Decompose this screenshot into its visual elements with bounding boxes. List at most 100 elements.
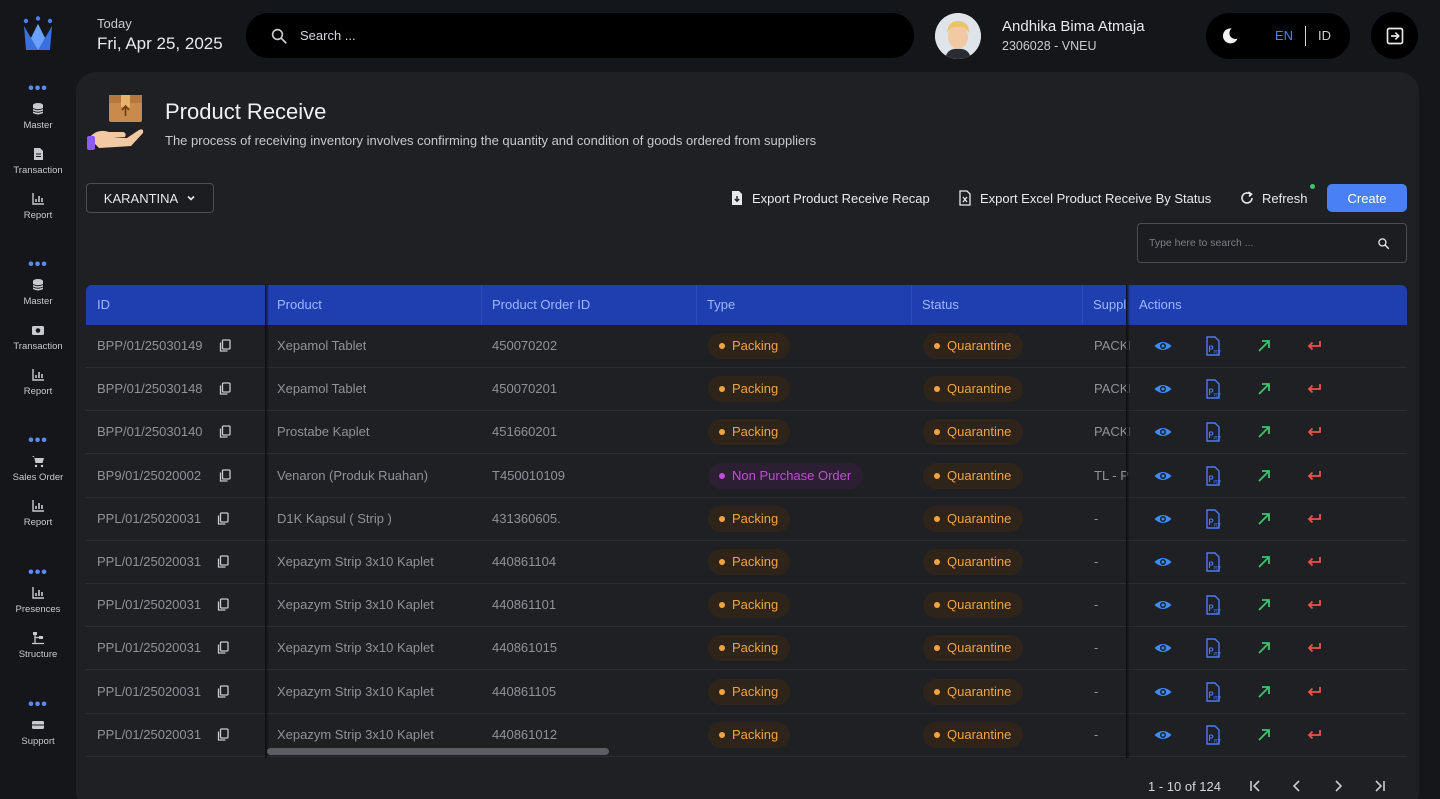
send-arrow-icon[interactable] <box>1254 638 1274 658</box>
send-arrow-icon[interactable] <box>1254 595 1274 615</box>
view-eye-icon[interactable] <box>1153 552 1173 572</box>
copy-icon[interactable] <box>219 382 231 395</box>
column-header-product[interactable]: Product <box>277 285 322 325</box>
table-search[interactable] <box>1137 223 1407 263</box>
column-header-id[interactable]: ID <box>97 285 110 325</box>
return-arrow-icon[interactable] <box>1304 422 1324 442</box>
send-arrow-icon[interactable] <box>1254 509 1274 529</box>
export-recap-button[interactable]: Export Product Receive Recap <box>729 184 930 212</box>
column-header-suppl[interactable]: Suppl <box>1093 285 1126 325</box>
return-arrow-icon[interactable] <box>1304 379 1324 399</box>
copy-icon[interactable] <box>217 684 229 698</box>
sidebar-item-report[interactable]: Report <box>0 495 76 540</box>
table-row[interactable]: BPP/01/25030140 Prostabe Kaplet 451660201 P… <box>86 411 1407 455</box>
first-page-button[interactable] <box>1235 776 1276 796</box>
view-eye-icon[interactable] <box>1153 466 1173 486</box>
sidebar-item-sales-order[interactable]: Sales Order <box>0 450 76 495</box>
table-row[interactable]: BP9/01/25020002 Venaron (Produk Ruahan) T4… <box>86 454 1407 498</box>
send-arrow-icon[interactable] <box>1254 422 1274 442</box>
column-header-product-order-id[interactable]: Product Order ID <box>492 285 590 325</box>
return-arrow-icon[interactable] <box>1304 638 1324 658</box>
horizontal-scrollbar[interactable] <box>267 748 609 755</box>
view-eye-icon[interactable] <box>1153 509 1173 529</box>
copy-icon[interactable] <box>219 425 231 439</box>
pdf-icon[interactable]: PDF <box>1203 681 1223 702</box>
global-search-input[interactable] <box>300 28 860 43</box>
copy-icon[interactable] <box>217 728 229 741</box>
send-arrow-icon[interactable] <box>1254 725 1274 745</box>
next-page-button[interactable] <box>1317 776 1358 796</box>
crown-logo-icon[interactable] <box>22 16 54 52</box>
pdf-icon[interactable]: PDF <box>1203 595 1223 615</box>
return-arrow-icon[interactable] <box>1304 725 1324 745</box>
last-page-button[interactable] <box>1358 776 1399 796</box>
view-eye-icon[interactable] <box>1153 595 1173 615</box>
column-header-type[interactable]: Type <box>707 285 735 325</box>
table-row[interactable]: BPP/01/25030148 Xepamol Tablet 450070201 Pa… <box>86 368 1407 412</box>
more-dots-icon[interactable]: ••• <box>0 697 76 714</box>
table-row[interactable]: PPL/01/25020031 Xepazym Strip 3x10 Kaplet… <box>86 627 1407 671</box>
copy-icon[interactable] <box>217 512 229 525</box>
return-arrow-icon[interactable] <box>1304 466 1324 486</box>
send-arrow-icon[interactable] <box>1254 552 1274 572</box>
global-search[interactable] <box>246 13 914 58</box>
export-excel-button[interactable]: Export Excel Product Receive By Status <box>957 184 1211 212</box>
copy-icon[interactable] <box>217 641 229 655</box>
send-arrow-icon[interactable] <box>1254 379 1274 399</box>
pdf-icon[interactable]: PDF <box>1203 638 1223 659</box>
lang-en-button[interactable]: EN <box>1275 28 1293 43</box>
sidebar-item-support[interactable]: Support <box>0 714 76 759</box>
prev-page-button[interactable] <box>1276 776 1317 796</box>
return-arrow-icon[interactable] <box>1304 682 1324 702</box>
table-search-input[interactable] <box>1149 237 1377 249</box>
send-arrow-icon[interactable] <box>1254 336 1274 356</box>
lang-id-button[interactable]: ID <box>1318 28 1331 43</box>
pdf-icon[interactable]: PDF <box>1203 379 1223 399</box>
create-button[interactable]: Create <box>1327 184 1407 212</box>
view-eye-icon[interactable] <box>1153 638 1173 658</box>
copy-icon[interactable] <box>217 555 229 568</box>
logout-button[interactable] <box>1371 12 1418 59</box>
sidebar-item-report[interactable]: Report <box>0 364 76 409</box>
return-arrow-icon[interactable] <box>1304 595 1324 615</box>
sidebar-item-structure[interactable]: Structure <box>0 627 76 672</box>
pdf-icon[interactable]: PDF <box>1203 336 1223 356</box>
sidebar-item-transaction[interactable]: Transaction <box>0 143 76 188</box>
send-arrow-icon[interactable] <box>1254 682 1274 702</box>
table-row[interactable]: PPL/01/25020031 Xepazym Strip 3x10 Kaplet… <box>86 541 1407 584</box>
copy-icon[interactable] <box>217 598 229 611</box>
view-eye-icon[interactable] <box>1153 336 1173 356</box>
status-filter-select[interactable]: KARANTINA <box>86 183 214 213</box>
more-dots-icon[interactable]: ••• <box>0 257 76 274</box>
sidebar-item-master[interactable]: Master <box>0 274 76 319</box>
avatar[interactable] <box>935 13 981 59</box>
sidebar-item-report[interactable]: Report <box>0 188 76 233</box>
return-arrow-icon[interactable] <box>1304 509 1324 529</box>
copy-icon[interactable] <box>219 339 231 352</box>
copy-icon[interactable] <box>219 468 231 482</box>
view-eye-icon[interactable] <box>1153 379 1173 399</box>
return-arrow-icon[interactable] <box>1304 552 1324 572</box>
table-row[interactable]: PPL/01/25020031 D1K Kapsul ( Strip ) 43136… <box>86 497 1407 541</box>
view-eye-icon[interactable] <box>1153 725 1173 745</box>
table-row[interactable]: BPP/01/25030149 Xepamol Tablet 450070202 Pa… <box>86 325 1407 368</box>
column-header-status[interactable]: Status <box>922 285 959 325</box>
moon-icon[interactable] <box>1220 26 1240 46</box>
pdf-icon[interactable]: PDF <box>1203 509 1223 529</box>
send-arrow-icon[interactable] <box>1254 466 1274 486</box>
return-arrow-icon[interactable] <box>1304 336 1324 356</box>
refresh-button[interactable]: Refresh <box>1239 184 1308 212</box>
more-dots-icon[interactable]: ••• <box>0 565 76 582</box>
view-eye-icon[interactable] <box>1153 682 1173 702</box>
table-row[interactable]: PPL/01/25020031 Xepazym Strip 3x10 Kaplet… <box>86 670 1407 714</box>
more-dots-icon[interactable]: ••• <box>0 81 76 98</box>
sidebar-item-master[interactable]: Master <box>0 98 76 143</box>
table-row[interactable]: PPL/01/25020031 Xepazym Strip 3x10 Kaplet… <box>86 584 1407 628</box>
pdf-icon[interactable]: PDF <box>1203 552 1223 572</box>
sidebar-item-transaction[interactable]: Transaction <box>0 319 76 364</box>
pdf-icon[interactable]: PDF <box>1203 725 1223 745</box>
view-eye-icon[interactable] <box>1153 422 1173 442</box>
pdf-icon[interactable]: PDF <box>1203 422 1223 443</box>
pdf-icon[interactable]: PDF <box>1203 465 1223 486</box>
sidebar-item-presences[interactable]: Presences <box>0 582 76 627</box>
